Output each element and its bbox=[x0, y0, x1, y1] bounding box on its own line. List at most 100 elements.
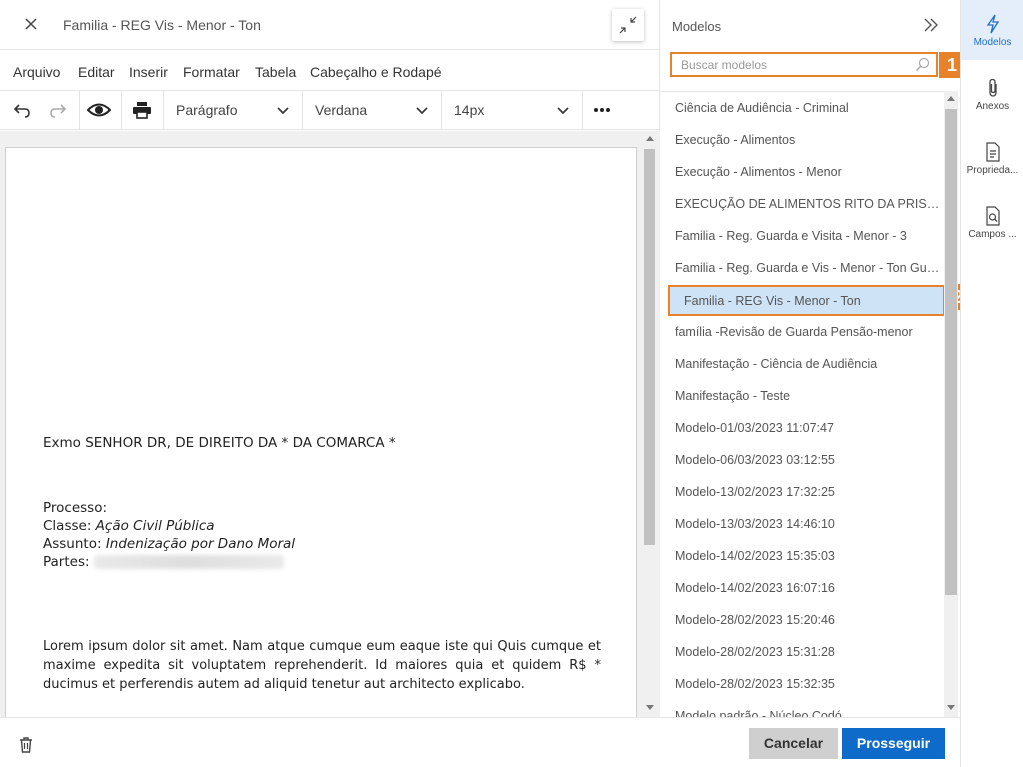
list-item[interactable]: Modelo-28/02/2023 15:31:28 bbox=[675, 645, 943, 659]
proceed-button[interactable]: Prosseguir bbox=[842, 728, 945, 759]
classe-value: Ação Civil Pública bbox=[95, 518, 215, 534]
more-icon bbox=[594, 108, 610, 112]
list-item[interactable]: Modelo-14/02/2023 16:07:16 bbox=[675, 581, 943, 595]
print-button[interactable] bbox=[126, 91, 158, 129]
font-select[interactable]: Verdana bbox=[303, 91, 441, 129]
preview-button[interactable] bbox=[82, 91, 116, 129]
chevron-down-icon bbox=[557, 107, 569, 115]
redo-button[interactable] bbox=[44, 91, 72, 129]
models-panel: Modelos Buscar modelos 1 Ciência de Audi… bbox=[660, 0, 971, 717]
menu-formatar[interactable]: Formatar bbox=[183, 64, 240, 80]
minimize-button[interactable] bbox=[612, 9, 644, 41]
redo-icon bbox=[50, 104, 67, 118]
toolbar-divider bbox=[121, 91, 122, 129]
classe-line: Classe: Ação Civil Pública bbox=[43, 518, 215, 534]
more-options-button[interactable] bbox=[585, 91, 619, 129]
list-item[interactable]: Familia - Reg. Guarda e Visita - Menor -… bbox=[675, 229, 943, 243]
body-paragraph: Lorem ipsum dolor sit amet. Nam atque cu… bbox=[43, 639, 601, 692]
partes-label: Partes: bbox=[43, 554, 90, 570]
properties-icon bbox=[985, 142, 1000, 162]
list-item[interactable]: Manifestação - Ciência de Audiência bbox=[675, 357, 943, 371]
document-title: Familia - REG Vis - Menor - Ton bbox=[63, 17, 261, 33]
undo-icon bbox=[13, 104, 30, 118]
list-item-selected[interactable]: Familia - REG Vis - Menor - Ton bbox=[668, 285, 945, 316]
scroll-up-icon bbox=[947, 96, 955, 101]
list-item[interactable]: Execução - Alimentos bbox=[675, 133, 943, 147]
app-root: Familia - REG Vis - Menor - Ton Arquivo … bbox=[0, 0, 1023, 767]
processo-label: Processo: bbox=[43, 500, 108, 516]
list-item[interactable]: EXECUÇÃO DE ALIMENTOS RITO DA PRISÃO bbox=[675, 197, 943, 211]
assunto-line: Assunto: Indenização por Dano Moral bbox=[43, 536, 295, 552]
menu-tabela[interactable]: Tabela bbox=[255, 64, 296, 80]
menu-inserir[interactable]: Inserir bbox=[129, 64, 168, 80]
close-button[interactable] bbox=[22, 15, 40, 33]
search-models-input[interactable]: Buscar modelos bbox=[670, 52, 938, 77]
assunto-value: Indenização por Dano Moral bbox=[105, 536, 296, 552]
list-item[interactable]: família -Revisão de Guarda Pensão-menor bbox=[675, 325, 943, 339]
menu-cabecalho-rodape[interactable]: Cabeçalho e Rodapé bbox=[310, 64, 442, 80]
menu-bar: Arquivo Editar Inserir Formatar Tabela C… bbox=[0, 54, 660, 88]
sidenav-item-label: Modelos bbox=[973, 37, 1012, 48]
list-item[interactable]: Modelo padrão - Núcleo Codó bbox=[675, 709, 943, 717]
eye-icon bbox=[87, 103, 111, 117]
minimize-icon bbox=[619, 16, 637, 34]
lightning-icon bbox=[986, 14, 999, 34]
font-select-value: Verdana bbox=[315, 102, 368, 118]
sidenav-item-campos[interactable]: Campos ... bbox=[961, 192, 1023, 252]
font-size-select-value: 14px bbox=[454, 102, 485, 118]
list-item[interactable]: Modelo-13/02/2023 17:32:25 bbox=[675, 485, 943, 499]
cancel-button[interactable]: Cancelar bbox=[749, 728, 838, 759]
sidenav-item-label: Proprieda... bbox=[966, 165, 1019, 176]
list-item[interactable]: Modelo-06/03/2023 03:12:55 bbox=[675, 453, 943, 467]
search-icon bbox=[916, 57, 930, 71]
print-icon bbox=[133, 102, 151, 119]
scroll-down-icon bbox=[646, 705, 654, 710]
list-item[interactable]: Modelo-28/02/2023 15:32:35 bbox=[675, 677, 943, 691]
fields-search-icon bbox=[985, 206, 1000, 226]
list-item[interactable]: Modelo-28/02/2023 15:20:46 bbox=[675, 613, 943, 627]
models-panel-title: Modelos bbox=[672, 19, 722, 34]
document-page[interactable]: Exmo SENHOR DR, DE DIREITO DA * DA COMAR… bbox=[5, 147, 637, 717]
chevron-down-icon bbox=[416, 107, 428, 115]
assunto-label: Assunto: bbox=[43, 536, 102, 552]
document-area: Exmo SENHOR DR, DE DIREITO DA * DA COMAR… bbox=[0, 131, 660, 717]
toolbar-divider bbox=[79, 91, 80, 129]
document-scrollbar[interactable] bbox=[642, 131, 658, 717]
partes-line: Partes: bbox=[43, 554, 284, 570]
scroll-up-icon bbox=[646, 136, 654, 141]
editor-toolbar: Parágrafo Verdana 14px bbox=[0, 90, 660, 130]
search-placeholder: Buscar modelos bbox=[681, 58, 768, 72]
sidenav-item-modelos[interactable]: Modelos bbox=[961, 0, 1023, 60]
sidenav-item-label: Campos ... bbox=[968, 229, 1017, 240]
font-size-select[interactable]: 14px bbox=[442, 91, 582, 129]
list-item[interactable]: Manifestação - Teste bbox=[675, 389, 943, 403]
paragraph-select[interactable]: Parágrafo bbox=[164, 91, 302, 129]
close-icon bbox=[25, 18, 37, 30]
list-item[interactable]: Modelo-13/03/2023 14:46:10 bbox=[675, 517, 943, 531]
trash-icon[interactable] bbox=[19, 737, 33, 753]
document-scrollbar-thumb[interactable] bbox=[644, 149, 655, 545]
menu-editar[interactable]: Editar bbox=[78, 64, 115, 80]
editor-pane: Familia - REG Vis - Menor - Ton Arquivo … bbox=[0, 0, 660, 767]
models-list: Ciência de Audiência - Criminal Execução… bbox=[660, 91, 945, 717]
list-item[interactable]: Ciência de Audiência - Criminal bbox=[675, 101, 943, 115]
list-item[interactable]: Familia - Reg. Guarda e Vis - Menor - To… bbox=[675, 261, 943, 275]
menu-arquivo[interactable]: Arquivo bbox=[13, 64, 60, 80]
editor-titlebar: Familia - REG Vis - Menor - Ton bbox=[0, 0, 660, 50]
sidenav-item-propriedades[interactable]: Proprieda... bbox=[961, 128, 1023, 188]
salutation-text: Exmo SENHOR DR, DE DIREITO DA * DA COMAR… bbox=[43, 435, 396, 451]
collapse-panel-icon[interactable] bbox=[922, 16, 940, 34]
side-navigation: Modelos Anexos Proprieda... Campos ... bbox=[960, 0, 1023, 767]
undo-button[interactable] bbox=[8, 91, 36, 129]
sidenav-item-anexos[interactable]: Anexos bbox=[961, 64, 1023, 124]
paragraph-select-value: Parágrafo bbox=[176, 102, 238, 118]
scroll-down-icon bbox=[947, 705, 955, 710]
list-item[interactable]: Execução - Alimentos - Menor bbox=[675, 165, 943, 179]
models-scrollbar-thumb[interactable] bbox=[945, 109, 957, 595]
list-item[interactable]: Modelo-14/02/2023 15:35:03 bbox=[675, 549, 943, 563]
classe-label: Classe: bbox=[43, 518, 92, 534]
chevron-down-icon bbox=[277, 107, 289, 115]
models-list-scrollbar[interactable] bbox=[944, 91, 958, 717]
paperclip-icon bbox=[988, 78, 997, 97]
list-item[interactable]: Modelo-01/03/2023 11:07:47 bbox=[675, 421, 943, 435]
